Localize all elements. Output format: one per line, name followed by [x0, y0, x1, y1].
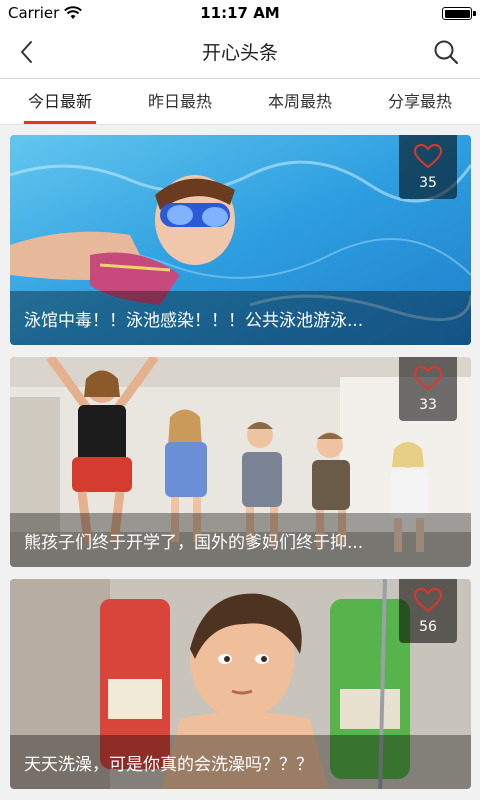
- like-count: 35: [419, 175, 437, 191]
- like-count: 33: [419, 397, 437, 413]
- battery-icon: [442, 7, 476, 20]
- article-title: 熊孩子们终于开学了，国外的爹妈们终于抑...: [24, 533, 364, 553]
- caption-bar: 天天洗澡，可是你真的会洗澡吗？？？: [10, 735, 471, 789]
- like-badge[interactable]: 56: [399, 579, 457, 643]
- tab-label: 昨日最热: [147, 92, 212, 111]
- clock: 11:17 AM: [200, 4, 280, 22]
- tab-label: 今日最新: [27, 92, 92, 111]
- tab-today-newest[interactable]: 今日最新: [0, 79, 120, 124]
- article-card[interactable]: 33 熊孩子们终于开学了，国外的爹妈们终于抑...: [10, 357, 471, 567]
- like-count: 56: [419, 619, 437, 635]
- nav-bar: 开心头条: [0, 26, 480, 79]
- active-tab-indicator: [24, 121, 96, 124]
- heart-icon: [413, 143, 443, 169]
- heart-icon: [413, 365, 443, 391]
- like-badge[interactable]: 33: [399, 357, 457, 421]
- article-card[interactable]: 56 天天洗澡，可是你真的会洗澡吗？？？: [10, 579, 471, 789]
- tab-label: 本周最热: [267, 92, 332, 111]
- tab-week-hottest[interactable]: 本周最热: [240, 79, 360, 124]
- caption-bar: 熊孩子们终于开学了，国外的爹妈们终于抑...: [10, 513, 471, 567]
- status-bar: Carrier 11:17 AM: [0, 0, 480, 26]
- article-card[interactable]: 35 泳馆中毒！！泳池感染！！！公共泳池游泳...: [10, 135, 471, 345]
- heart-icon: [413, 587, 443, 613]
- tab-yesterday-hottest[interactable]: 昨日最热: [120, 79, 240, 124]
- like-badge[interactable]: 35: [399, 135, 457, 199]
- article-title: 天天洗澡，可是你真的会洗澡吗？？？: [24, 755, 313, 775]
- article-title: 泳馆中毒！！泳池感染！！！公共泳池游泳...: [24, 311, 364, 331]
- page-title: 开心头条: [201, 42, 278, 64]
- caption-bar: 泳馆中毒！！泳池感染！！！公共泳池游泳...: [10, 291, 471, 345]
- search-button[interactable]: [432, 38, 460, 66]
- category-tabs: 今日最新 昨日最热 本周最热 分享最热: [0, 79, 480, 125]
- tab-share-hottest[interactable]: 分享最热: [360, 79, 480, 124]
- tab-label: 分享最热: [387, 92, 452, 111]
